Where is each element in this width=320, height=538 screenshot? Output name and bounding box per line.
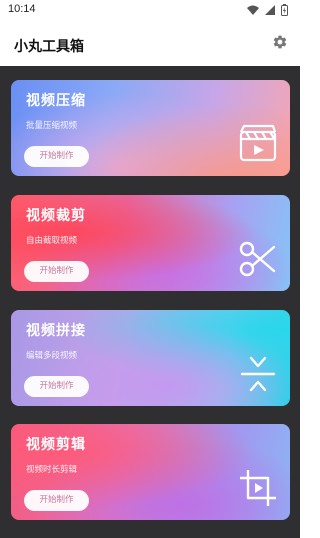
settings-button[interactable]: [270, 34, 290, 54]
scissors-icon: [238, 239, 278, 279]
crop-video-icon: [238, 468, 278, 508]
app-title: 小丸工具箱: [14, 39, 84, 55]
signal-icon: [265, 5, 275, 15]
card-title: 视频裁剪: [26, 208, 86, 224]
card-title: 视频剪辑: [26, 437, 86, 453]
card-subtitle: 自由截取视频: [26, 236, 78, 246]
wifi-icon: [247, 5, 259, 15]
start-button[interactable]: 开始制作: [24, 146, 89, 167]
video-file-icon: [238, 124, 278, 164]
status-time: 10:14: [8, 3, 36, 15]
merge-icon: [238, 354, 278, 394]
card-video-crop[interactable]: 视频裁剪 自由截取视频 开始制作: [11, 195, 290, 291]
start-button[interactable]: 开始制作: [24, 490, 89, 511]
gear-icon: [272, 34, 288, 54]
status-icons: [247, 4, 288, 16]
status-bar: 10:14: [0, 0, 300, 24]
card-video-merge[interactable]: 视频拼接 编辑多段视频 开始制作: [11, 310, 290, 406]
card-video-compress[interactable]: 视频压缩 批量压缩视频 开始制作: [11, 80, 290, 176]
start-button[interactable]: 开始制作: [24, 376, 89, 397]
start-button[interactable]: 开始制作: [24, 261, 89, 282]
card-subtitle: 视频时长剪辑: [26, 465, 78, 475]
card-video-edit[interactable]: 视频剪辑 视频时长剪辑 开始制作: [11, 424, 290, 520]
card-subtitle: 编辑多段视频: [26, 351, 78, 361]
card-title: 视频压缩: [26, 93, 86, 109]
card-title: 视频拼接: [26, 323, 86, 339]
app-bar: 小丸工具箱: [0, 24, 300, 66]
battery-icon: [281, 4, 288, 16]
card-subtitle: 批量压缩视频: [26, 121, 78, 131]
